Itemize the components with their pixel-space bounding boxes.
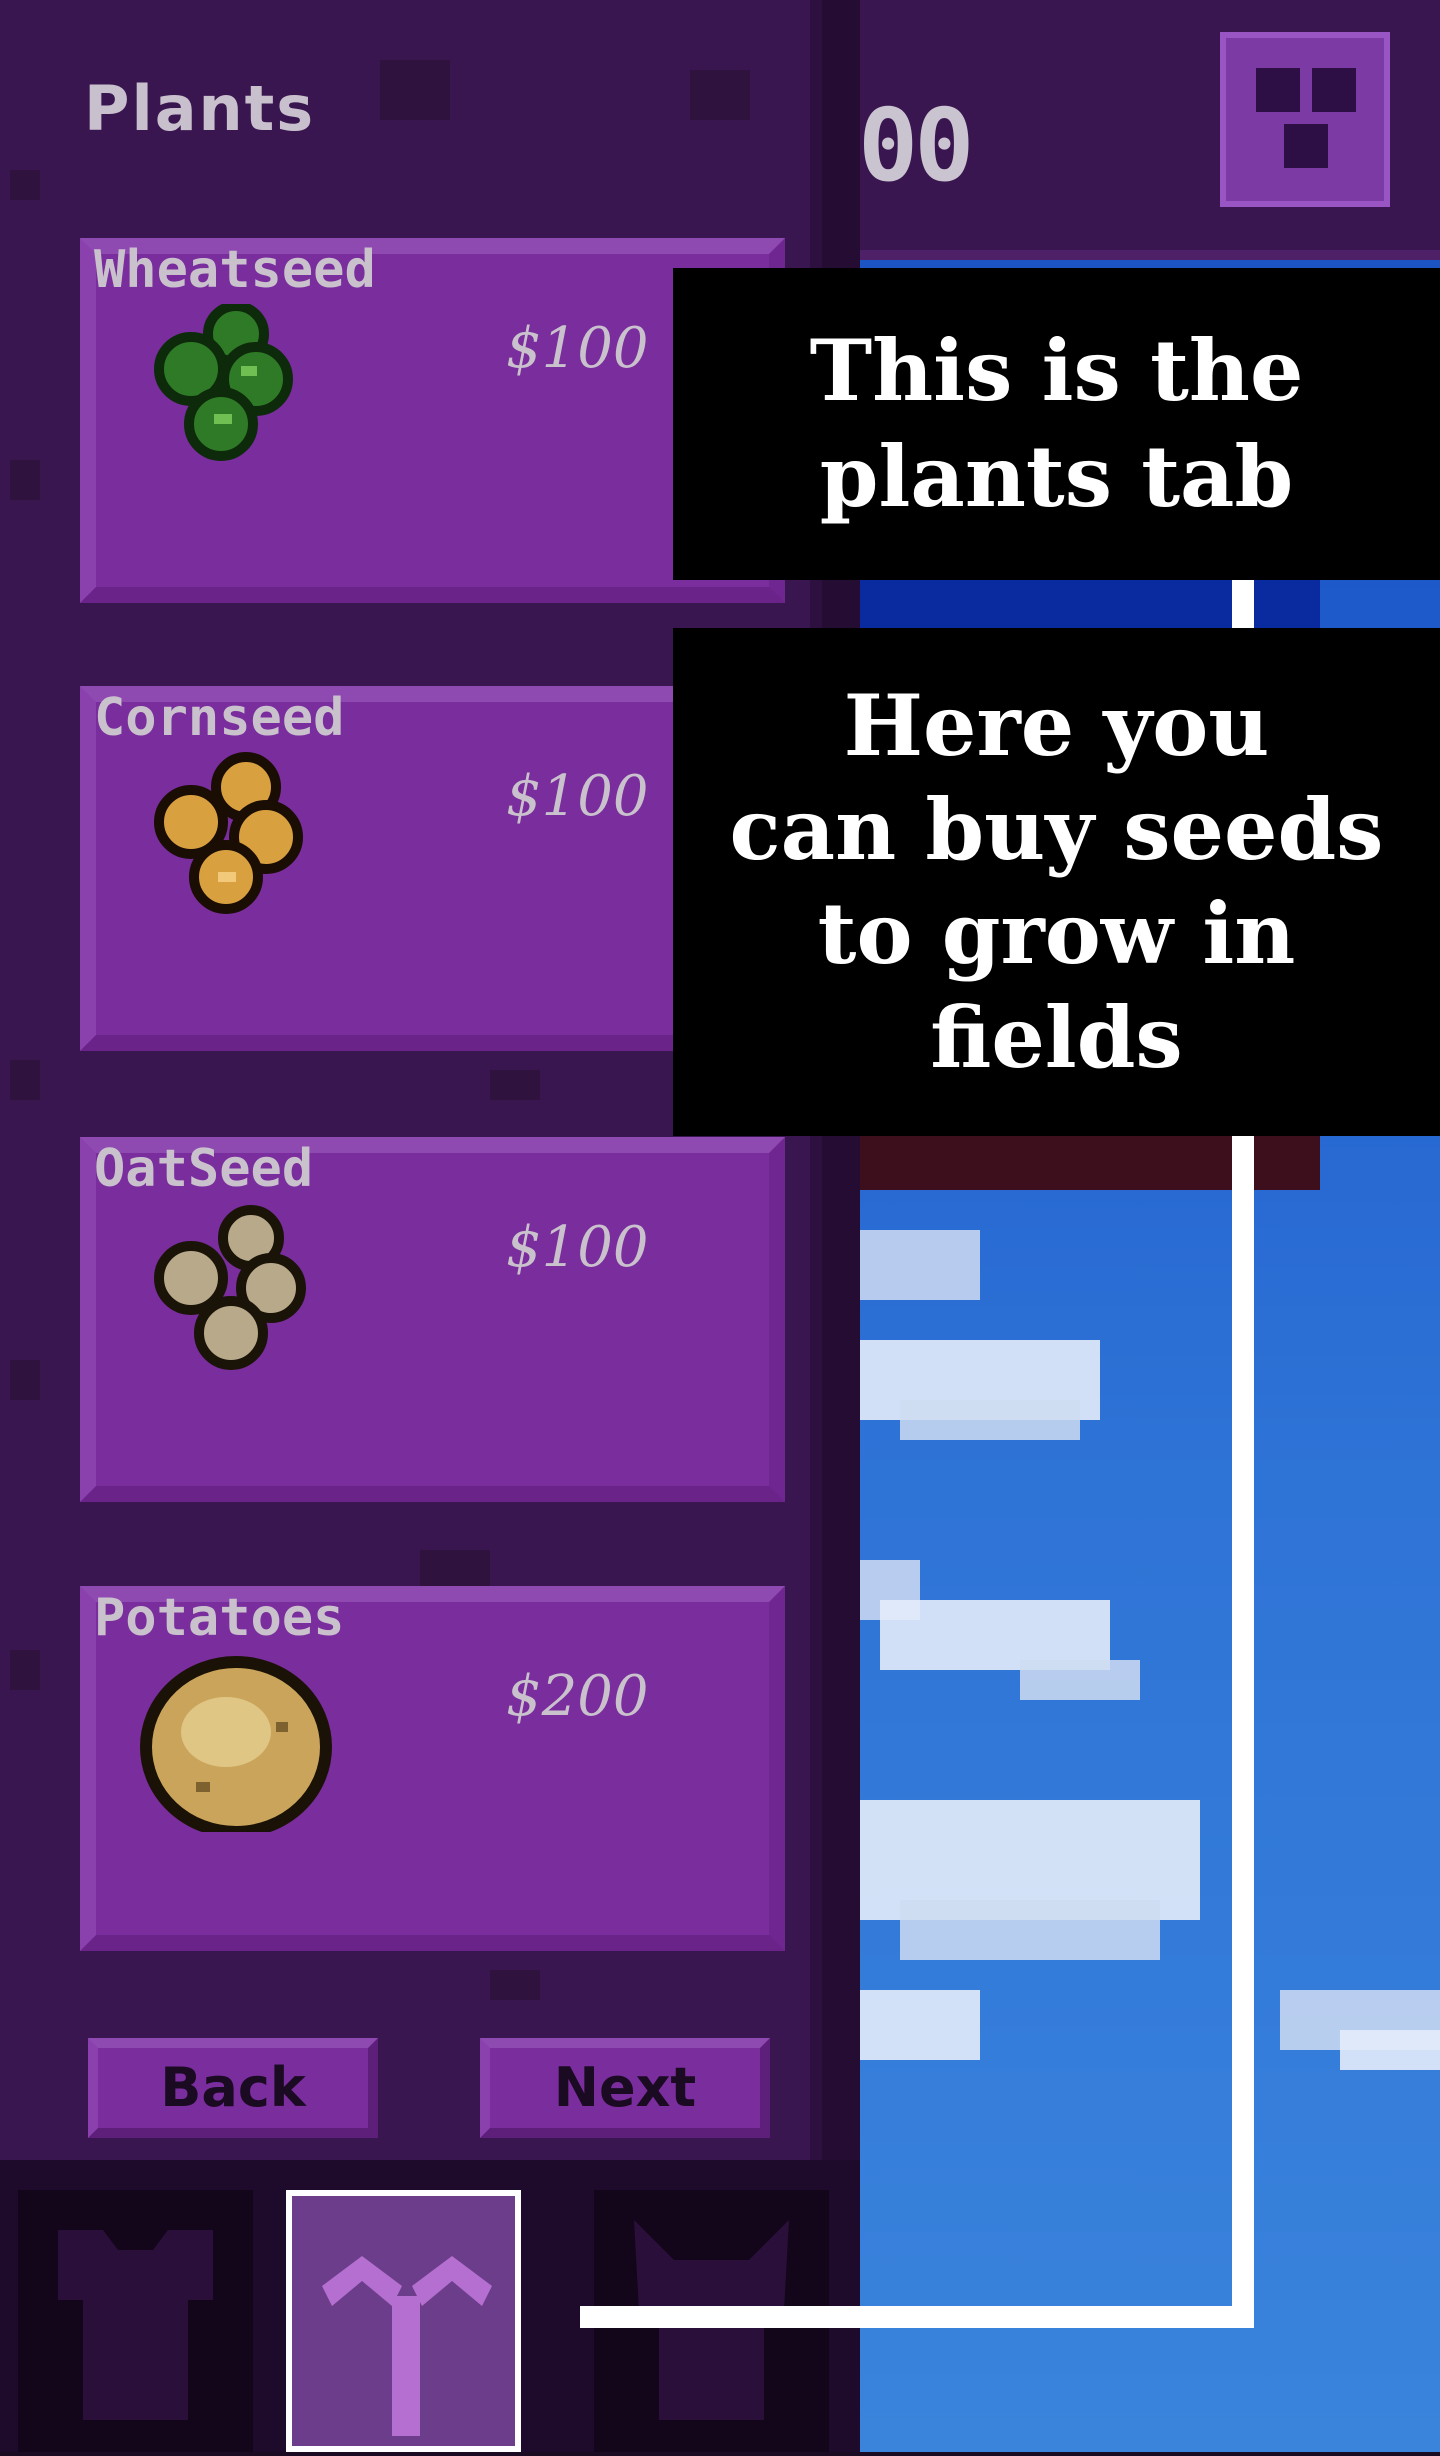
corn-seed-icon — [154, 752, 303, 914]
tab-clothing[interactable] — [18, 2190, 253, 2452]
item-name: Wheatseed — [94, 240, 376, 300]
item-price: $100 — [506, 764, 649, 829]
panel-title: Plants — [84, 72, 316, 145]
tutorial-tip-plants-tab: This is the plants tab — [673, 268, 1440, 580]
tutorial-tip-buy-seeds: Here you can buy seeds to grow in fields — [673, 628, 1440, 1136]
money-counter: 00 — [858, 87, 974, 204]
tutorial-connector — [1232, 580, 1254, 628]
item-price: $200 — [506, 1664, 649, 1729]
wheat-seed-icon — [154, 304, 293, 461]
next-button[interactable]: Next — [480, 2038, 770, 2138]
tab-plants[interactable] — [286, 2190, 521, 2452]
tutorial-connector — [1232, 1136, 1254, 2328]
shop-item-potatoes[interactable]: Potatoes $200 — [80, 1586, 785, 1951]
shirt-icon — [58, 2230, 213, 2420]
item-name: OatSeed — [94, 1139, 314, 1199]
potato-icon — [140, 1656, 332, 1832]
shop-item-oatseed[interactable]: OatSeed $100 — [80, 1137, 785, 1502]
tutorial-connector — [580, 2306, 1254, 2328]
oat-seed-icon — [154, 1205, 306, 1370]
item-name: Potatoes — [94, 1588, 345, 1648]
sprout-icon — [322, 2256, 492, 2436]
item-price: $100 — [506, 1215, 649, 1280]
item-name: Cornseed — [94, 688, 345, 748]
grid-menu-button[interactable] — [1220, 32, 1390, 207]
back-button[interactable]: Back — [88, 2038, 378, 2138]
item-price: $100 — [506, 316, 649, 381]
